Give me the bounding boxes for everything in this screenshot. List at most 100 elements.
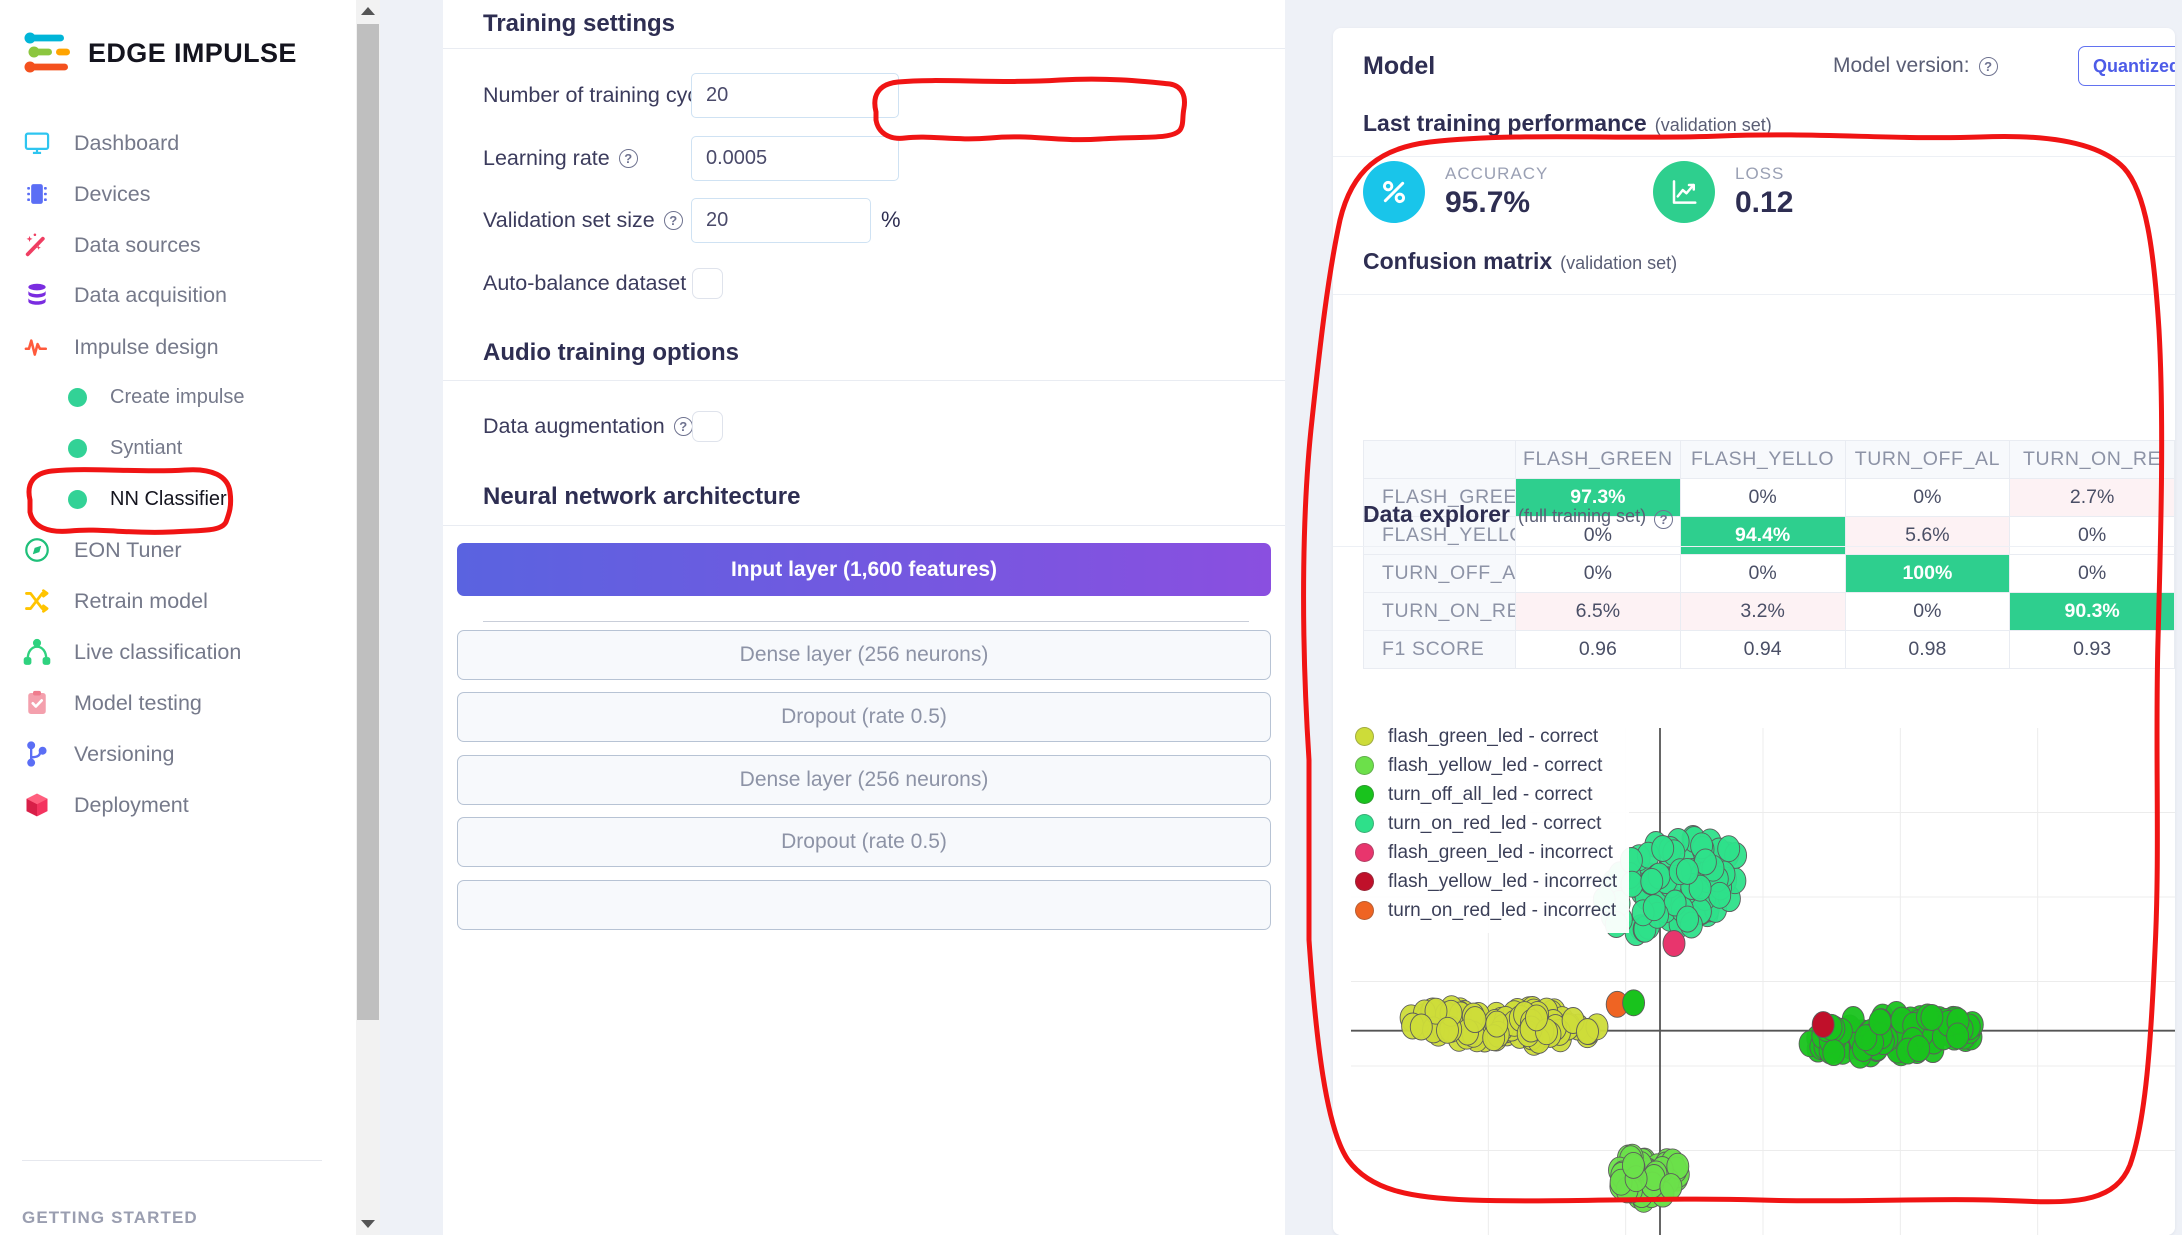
- legend-label: turn_on_red_led - correct: [1388, 812, 1602, 834]
- layer-dense-2[interactable]: Dense layer (256 neurons): [457, 755, 1271, 805]
- chart-line-icon: [1653, 161, 1715, 223]
- data-explorer: flash_green_led - correct flash_yellow_le…: [1333, 692, 2175, 1235]
- sidebar-item-data-acquisition[interactable]: Data acquisition: [22, 272, 332, 318]
- training-cycles-input[interactable]: [691, 72, 899, 118]
- sidebar-item-nn-classifier[interactable]: NN Classifier: [66, 476, 336, 522]
- legend-item[interactable]: flash_yellow_led - correct: [1355, 751, 1617, 780]
- sidebar-item-label: EON Tuner: [74, 537, 182, 562]
- layer-input[interactable]: Input layer (1,600 features): [457, 543, 1271, 596]
- dot-icon: [66, 488, 88, 510]
- legend-label: flash_green_led - correct: [1388, 725, 1599, 747]
- confusion-matrix-title: Confusion matrix (validation set): [1363, 248, 1678, 274]
- sidebar-item-model-testing[interactable]: Model testing: [22, 680, 332, 726]
- sidebar-item-label: Impulse design: [74, 334, 219, 359]
- learning-rate-input[interactable]: [691, 135, 899, 181]
- auto-balance-toggle[interactable]: [692, 268, 723, 299]
- col-header-2: FLASH_YELLO: [1679, 440, 1846, 479]
- sidebar-item-retrain-model[interactable]: Retrain model: [22, 578, 332, 624]
- sidebar-item-eon-tuner[interactable]: EON Tuner: [22, 527, 332, 573]
- last-training-performance-title: Last training performance (validation se…: [1363, 110, 1772, 136]
- table-row: F1 SCORE 0.96 0.94 0.98 0.93: [1363, 630, 2175, 669]
- legend-item[interactable]: turn_on_red_led - incorrect: [1355, 896, 1617, 925]
- col-header-1: FLASH_GREEN: [1515, 440, 1681, 479]
- sidebar-item-impulse-design[interactable]: Impulse design: [22, 324, 332, 370]
- metric-loss-caption: LOSS: [1735, 164, 1785, 183]
- legend-item[interactable]: flash_green_led - correct: [1355, 722, 1617, 751]
- help-icon[interactable]: ?: [618, 148, 638, 168]
- layer-partial[interactable]: [457, 880, 1271, 930]
- box-icon: [22, 790, 52, 820]
- metric-accuracy-caption: ACCURACY: [1445, 164, 1549, 183]
- divider: [1333, 156, 2175, 157]
- chip-icon: [22, 179, 52, 209]
- cell: 0.98: [1844, 630, 2011, 669]
- model-title: Model: [1363, 51, 1436, 80]
- sidebar-item-versioning[interactable]: Versioning: [22, 731, 332, 777]
- model-version-select[interactable]: Quantized (int8): [2078, 46, 2175, 86]
- sidebar-item-label: Create impulse: [110, 385, 245, 408]
- pulse-icon: [22, 332, 52, 362]
- help-icon[interactable]: ?: [1654, 510, 1674, 529]
- scrollbar-thumb[interactable]: [357, 24, 379, 1020]
- architecture-header: Neural network architecture: [443, 468, 1285, 526]
- metric-loss-value: 0.12: [1735, 186, 1794, 219]
- field-row-data-augmentation: Data augmentation ?: [443, 395, 1285, 457]
- legend-label: turn_on_red_led - incorrect: [1388, 899, 1617, 921]
- legend-swatch: [1355, 872, 1374, 891]
- confusion-matrix-table: FLASH_GREEN FLASH_YELLO TURN_OFF_AL TURN…: [1363, 440, 2175, 669]
- nodes-icon: [22, 637, 52, 667]
- field-row-auto-balance: Auto-balance dataset ?: [443, 252, 1285, 314]
- layer-dropout-2[interactable]: Dropout (rate 0.5): [457, 817, 1271, 867]
- database-icon: [22, 280, 52, 310]
- model-card: Model Model version: ? Quantized (int8) …: [1333, 28, 2175, 1235]
- help-icon[interactable]: ?: [1978, 56, 1998, 76]
- sidebar-item-live-classification[interactable]: Live classification: [22, 629, 332, 675]
- help-icon[interactable]: ?: [663, 210, 683, 230]
- model-version-value: Quantized (int8): [2093, 55, 2175, 76]
- legend-item[interactable]: turn_off_all_led - correct: [1355, 780, 1617, 809]
- sidebar-item-label: Live classification: [74, 639, 242, 664]
- sidebar-item-data-sources[interactable]: Data sources: [22, 222, 332, 268]
- sidebar-item-label: Devices: [74, 181, 151, 206]
- validation-set-size-label: Validation set size ?: [483, 208, 683, 233]
- data-augmentation-toggle[interactable]: [692, 411, 723, 442]
- cell: 5.6%: [1844, 516, 2011, 555]
- layer-dropout-1[interactable]: Dropout (rate 0.5): [457, 692, 1271, 742]
- sidebar-item-devices[interactable]: Devices: [22, 171, 332, 217]
- sidebar-item-create-impulse[interactable]: Create impulse: [66, 374, 336, 420]
- brand-logo[interactable]: EDGE IMPULSE: [24, 32, 297, 74]
- legend-item[interactable]: flash_green_led - incorrect: [1355, 838, 1617, 867]
- architecture-title: Neural network architecture: [483, 482, 801, 510]
- legend-swatch: [1355, 727, 1374, 746]
- audio-training-header: Audio training options: [443, 325, 1285, 381]
- sidebar-scrollbar[interactable]: [356, 0, 380, 1235]
- legend-item[interactable]: flash_yellow_led - incorrect: [1355, 867, 1617, 896]
- sidebar-item-label: Versioning: [74, 741, 175, 766]
- legend-item[interactable]: turn_on_red_led - correct: [1355, 809, 1617, 838]
- help-icon[interactable]: ?: [673, 416, 693, 436]
- scroll-down-arrow-icon[interactable]: [356, 1213, 380, 1235]
- cell: 0%: [2009, 554, 2175, 593]
- layer-dense-1[interactable]: Dense layer (256 neurons): [457, 630, 1271, 680]
- validation-set-size-input[interactable]: [691, 197, 871, 243]
- row-label: TURN_ON_RE: [1363, 592, 1516, 631]
- training-settings-panel: Training settings Number of training cyc…: [443, 0, 1285, 1235]
- table-row: TURN_OFF_A 0% 0% 100% 0%: [1363, 554, 2175, 593]
- data-augmentation-label: Data augmentation ?: [483, 414, 693, 439]
- cell: 90.3%: [2009, 592, 2175, 631]
- clipboard-check-icon: [22, 688, 52, 718]
- scatter-legend: flash_green_led - correct flash_yellow_le…: [1349, 714, 1630, 933]
- scroll-up-arrow-icon[interactable]: [356, 0, 380, 22]
- legend-swatch: [1355, 785, 1374, 804]
- sidebar-item-syntiant[interactable]: Syntiant: [66, 425, 336, 471]
- cell: 0.93: [2009, 630, 2175, 669]
- cell: 3.2%: [1679, 592, 1846, 631]
- sidebar-item-deployment[interactable]: Deployment: [22, 782, 332, 828]
- sidebar-item-dashboard[interactable]: Dashboard: [22, 120, 332, 166]
- metric-loss-text: LOSS 0.12: [1735, 164, 1793, 220]
- cell: 0%: [1515, 554, 1681, 593]
- learning-rate-label: Learning rate ?: [483, 146, 638, 171]
- brand-name: EDGE IMPULSE: [88, 37, 297, 68]
- data-explorer-title: Data explorer (full training set) ?: [1363, 501, 1674, 529]
- sidebar: EDGE IMPULSE Dashboard Devices Data sour…: [0, 0, 352, 1235]
